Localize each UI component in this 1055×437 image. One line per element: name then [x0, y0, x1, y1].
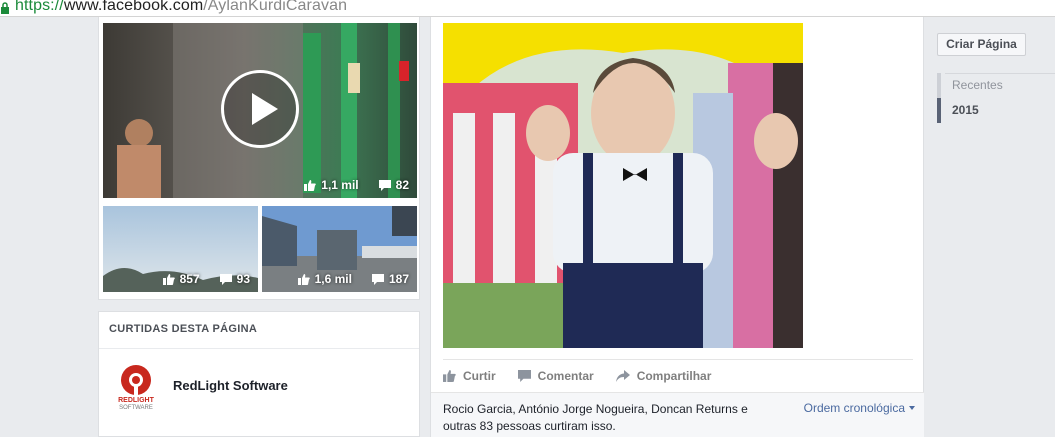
thumb1-comments: 93 — [236, 272, 250, 286]
timeline-item-label: 2015 — [952, 103, 979, 117]
photo-thumbnail-2[interactable]: 1,6 mil 187 — [262, 206, 417, 292]
liked-page-name[interactable]: RedLight Software — [173, 378, 288, 393]
video-likes: 1,1 mil — [321, 178, 359, 192]
thumb1-stats: 857 93 — [162, 272, 250, 286]
timeline-item-recentes[interactable]: Recentes — [937, 73, 1055, 98]
share-icon — [615, 370, 630, 382]
liked-pages-card: CURTIDAS DESTA PÁGINA REDLIGHT SOFTWARE … — [98, 311, 420, 437]
url-scheme: https:// — [15, 0, 64, 14]
thumb2-likes: 1,6 mil — [314, 272, 352, 286]
liked-page-item[interactable]: REDLIGHT SOFTWARE RedLight Software — [113, 364, 288, 414]
timeline-item-label: Recentes — [952, 78, 1003, 92]
like-icon — [162, 273, 175, 285]
likes-summary-text[interactable]: Rocio Garcia, António Jorge Nogueira, Do… — [443, 401, 773, 435]
video-comments: 82 — [395, 178, 409, 192]
comment-label: Comentar — [537, 369, 594, 383]
lock-icon — [1, 2, 9, 14]
share-label: Compartilhar — [636, 369, 712, 383]
comment-icon — [371, 273, 384, 285]
address-bar[interactable]: https://www.facebook.com/AylanKurdiCarav… — [0, 0, 1055, 17]
order-dropdown[interactable]: Ordem cronológica — [804, 401, 915, 415]
post-photo-image — [443, 23, 803, 348]
redlight-logo-subtext: SOFTWARE — [119, 405, 153, 411]
redlight-logo: REDLIGHT SOFTWARE — [113, 364, 159, 414]
right-column: Criar Página Recentes 2015 — [924, 17, 1055, 437]
create-page-button[interactable]: Criar Página — [937, 33, 1026, 56]
share-button[interactable]: Compartilhar — [615, 369, 712, 383]
like-label: Curtir — [463, 369, 496, 383]
comment-icon — [378, 179, 391, 191]
thumb1-likes: 857 — [179, 272, 200, 286]
post-photo[interactable] — [443, 23, 803, 348]
timeline-divider — [945, 73, 1055, 74]
timeline-item-2015[interactable]: 2015 — [937, 98, 1055, 123]
timeline-nav: Recentes 2015 — [937, 73, 1055, 123]
post-actions-bar: Curtir Comentar Compartilhar — [443, 359, 913, 392]
order-label: Ordem cronológica — [803, 401, 905, 415]
post-card: Curtir Comentar Compartilhar Rocio Garci… — [430, 17, 925, 437]
redlight-logo-wordmark: REDLIGHT — [118, 397, 154, 404]
comment-icon — [219, 273, 232, 285]
url-path: /AylanKurdiCaravan — [203, 0, 348, 14]
play-button[interactable] — [221, 70, 299, 148]
thumb2-stats: 1,6 mil 187 — [297, 272, 409, 286]
thumb2-comments: 187 — [388, 272, 409, 286]
video-stats: 1,1 mil 82 — [304, 178, 409, 192]
url-host: www.facebook.com — [63, 0, 204, 14]
liked-pages-header: CURTIDAS DESTA PÁGINA — [99, 312, 419, 349]
like-button[interactable]: Curtir — [443, 369, 496, 383]
comment-icon — [517, 370, 531, 382]
chevron-down-icon — [909, 406, 915, 410]
likes-summary-box: Rocio Garcia, António Jorge Nogueira, Do… — [431, 392, 925, 437]
comment-button[interactable]: Comentar — [517, 369, 594, 383]
url-text: https://www.facebook.com/AylanKurdiCarav… — [15, 0, 347, 15]
videos-photos-card: 1,1 mil 82 857 93 1,6 mil 187 — [98, 17, 420, 300]
photo-thumbnail-1[interactable]: 857 93 — [103, 206, 258, 292]
like-icon — [443, 370, 456, 382]
featured-video[interactable]: 1,1 mil 82 — [103, 23, 417, 198]
like-icon — [297, 273, 310, 285]
like-icon — [304, 179, 317, 191]
